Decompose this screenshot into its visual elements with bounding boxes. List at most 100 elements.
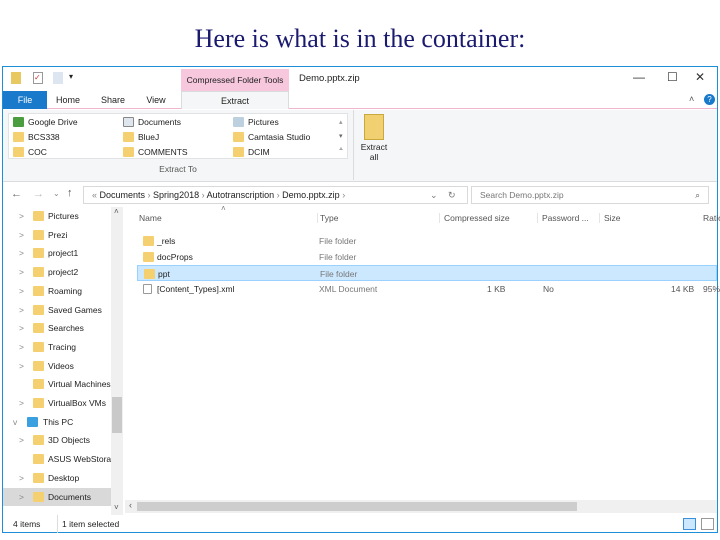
dest-bcs338[interactable]: BCS338 xyxy=(13,132,60,142)
address-row: ← → ⌄ ↑ « Documents › Spring2018 › Autot… xyxy=(3,183,717,207)
nav-item[interactable]: > Tracing xyxy=(3,338,111,356)
expand-chevron-icon[interactable]: > xyxy=(19,301,24,319)
nav-item-label: Saved Games xyxy=(48,304,102,315)
breadcrumb-demo-zip[interactable]: Demo.pptx.zip xyxy=(282,190,340,200)
expand-chevron-icon[interactable]: > xyxy=(19,207,24,225)
scroll-left-icon[interactable]: ‹ xyxy=(129,500,132,510)
more-icon[interactable]: ⩡ xyxy=(339,146,343,154)
dest-google-drive[interactable]: Google Drive xyxy=(13,117,78,127)
expand-ribbon-icon[interactable]: ˄ xyxy=(689,94,694,104)
horizontal-scrollbar[interactable]: ‹ xyxy=(125,500,717,513)
column-name[interactable]: Name xyxy=(139,213,162,223)
nav-item[interactable]: Virtual Machines xyxy=(3,375,111,393)
folder-icon xyxy=(33,285,44,296)
column-compressed-size[interactable]: Compressed size xyxy=(439,213,510,223)
dest-camtasia[interactable]: Camtasia Studio xyxy=(233,132,310,142)
search-input[interactable]: Search Demo.pptx.zip ⌕ xyxy=(471,186,709,204)
file-type: File folder xyxy=(319,252,357,262)
expand-chevron-icon[interactable]: > xyxy=(19,469,24,487)
tab-share[interactable]: Share xyxy=(95,91,131,109)
nav-item[interactable]: > project1 xyxy=(3,244,111,262)
expand-chevron-icon[interactable]: > xyxy=(19,338,24,356)
expand-chevron-icon[interactable]: > xyxy=(19,357,24,375)
details-view-button[interactable] xyxy=(683,518,696,530)
expand-chevron-icon[interactable]: v xyxy=(13,413,17,431)
folder-icon xyxy=(123,132,134,142)
computer-icon xyxy=(27,416,38,427)
expand-chevron-icon[interactable]: > xyxy=(19,488,24,506)
expand-chevron-icon[interactable]: > xyxy=(19,282,24,300)
nav-item[interactable]: > Roaming xyxy=(3,282,111,300)
nav-item-label: ASUS WebStorage xyxy=(48,454,111,465)
help-icon[interactable]: ? xyxy=(704,94,715,105)
file-row[interactable]: ppt File folder xyxy=(137,265,717,281)
recent-locations-button[interactable]: ⌄ xyxy=(53,189,60,198)
nav-item[interactable]: ASUS WebStorage xyxy=(3,450,111,468)
nav-item-label: Roaming xyxy=(48,285,83,296)
tab-view[interactable]: View xyxy=(139,91,173,109)
tab-home[interactable]: Home xyxy=(51,91,85,109)
file-row[interactable]: [Content_Types].xml XML Document 1 KB No… xyxy=(137,281,720,297)
expand-chevron-icon[interactable]: > xyxy=(19,431,24,449)
expand-chevron-icon[interactable]: > xyxy=(19,263,24,281)
breadcrumb-spring2018[interactable]: Spring2018 xyxy=(153,190,199,200)
extract-all-label: Extract all xyxy=(360,142,388,162)
expand-chevron-icon[interactable]: > xyxy=(19,226,24,244)
nav-item[interactable]: > Desktop xyxy=(3,469,111,487)
pictures-icon xyxy=(233,117,244,127)
tab-file[interactable]: File xyxy=(3,91,47,109)
dest-dcim[interactable]: DCIM xyxy=(233,147,270,157)
nav-item-label: Videos xyxy=(48,360,74,371)
breadcrumb-autotranscription[interactable]: Autotranscription xyxy=(207,190,275,200)
scroll-down-icon[interactable]: ▾ xyxy=(339,132,343,140)
folder-icon xyxy=(33,229,44,240)
nav-item[interactable]: > Prezi xyxy=(3,226,111,244)
address-dropdown-icon[interactable]: ⌄ xyxy=(430,187,438,203)
expand-chevron-icon[interactable]: > xyxy=(19,394,24,412)
folder-icon xyxy=(33,454,44,465)
dest-coc[interactable]: COC xyxy=(13,147,47,157)
tab-extract[interactable]: Extract xyxy=(181,91,289,109)
nav-item[interactable]: v This PC xyxy=(3,413,111,431)
nav-item[interactable]: > Searches xyxy=(3,319,111,337)
up-button[interactable]: ↑ xyxy=(67,187,73,199)
close-button[interactable]: ✕ xyxy=(695,70,705,84)
nav-item[interactable]: >3D Objects xyxy=(3,431,111,449)
back-button[interactable]: ← xyxy=(11,188,22,200)
properties-icon[interactable]: ✓ xyxy=(33,72,43,84)
new-folder-icon[interactable] xyxy=(53,72,63,84)
nav-item[interactable]: > Documents xyxy=(3,487,111,506)
zip-folder-icon xyxy=(11,72,21,84)
nav-scrollbar[interactable]: ˄ ˅ xyxy=(111,207,123,515)
dest-documents[interactable]: Documents xyxy=(123,117,181,127)
forward-button[interactable]: → xyxy=(33,188,44,200)
dest-pictures[interactable]: Pictures xyxy=(233,117,279,127)
expand-chevron-icon[interactable]: > xyxy=(19,319,24,337)
column-size[interactable]: Size xyxy=(599,213,621,223)
column-password[interactable]: Password ... xyxy=(537,213,589,223)
navigation-pane: ˄ ˅ > Pictures > Prezi > project1 > project2 > Ro… xyxy=(3,207,123,515)
customize-toolbar-icon[interactable]: ▾ xyxy=(69,72,79,84)
nav-item[interactable]: > Videos xyxy=(3,357,111,375)
address-bar[interactable]: « Documents › Spring2018 › Autotranscrip… xyxy=(83,186,468,204)
file-row[interactable]: docProps File folder xyxy=(137,249,717,265)
large-icons-view-button[interactable] xyxy=(701,518,714,530)
nav-item[interactable]: > VirtualBox VMs xyxy=(3,394,111,412)
column-ratio[interactable]: Ratio xyxy=(703,213,720,223)
dest-bluej[interactable]: BlueJ xyxy=(123,132,159,142)
nav-item[interactable]: > project2 xyxy=(3,263,111,281)
minimize-button[interactable]: — xyxy=(633,70,645,84)
nav-item[interactable]: > Pictures xyxy=(3,207,111,225)
breadcrumb-documents[interactable]: Documents xyxy=(100,190,146,200)
file-row[interactable]: _rels File folder xyxy=(137,233,717,249)
maximize-button[interactable]: ☐ xyxy=(667,70,678,84)
scroll-up-icon[interactable]: ▴ xyxy=(339,118,343,126)
horizontal-scroll-thumb[interactable] xyxy=(137,502,577,511)
nav-item[interactable]: > Saved Games xyxy=(3,301,111,319)
extract-all-button[interactable]: Extract all xyxy=(359,114,389,162)
column-type[interactable]: Type xyxy=(317,213,338,223)
dest-comments[interactable]: COMMENTS xyxy=(123,147,188,157)
nav-scroll-thumb[interactable] xyxy=(112,397,122,433)
expand-chevron-icon[interactable]: > xyxy=(19,244,24,262)
refresh-icon[interactable]: ↻ xyxy=(448,187,456,203)
